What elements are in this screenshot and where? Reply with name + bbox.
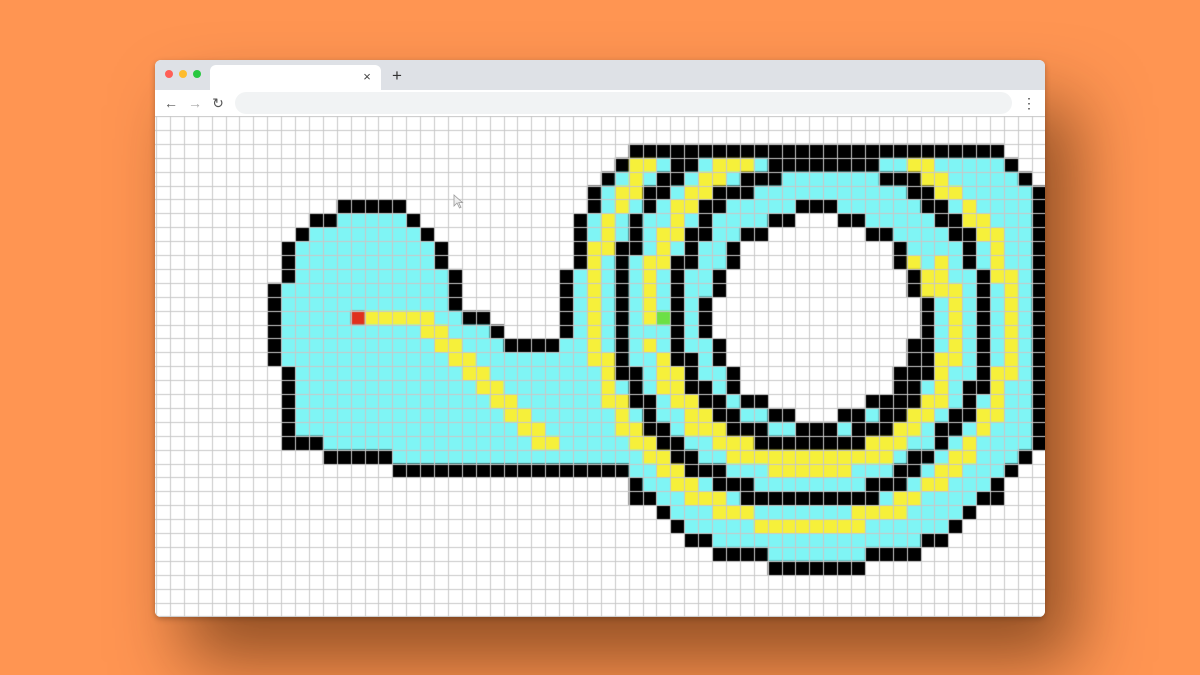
reload-icon[interactable]: ↻ xyxy=(208,93,228,113)
page-content xyxy=(155,116,1045,617)
close-icon[interactable]: × xyxy=(359,68,375,86)
address-bar[interactable] xyxy=(235,92,1012,114)
browser-toolbar: ← → ↻ ⋮ xyxy=(155,90,1045,116)
browser-window: × + ← → ↻ ⋮ xyxy=(155,60,1045,617)
menu-dots-icon[interactable]: ⋮ xyxy=(1021,93,1037,113)
mouse-pointer-icon xyxy=(453,194,464,209)
tab-bar: × + xyxy=(155,60,1045,90)
active-tab[interactable]: × xyxy=(210,65,381,90)
pixel-art-canvas[interactable] xyxy=(155,116,1045,617)
minimize-window-dot[interactable] xyxy=(179,70,187,78)
forward-arrow-icon[interactable]: → xyxy=(185,93,205,113)
zoom-window-dot[interactable] xyxy=(193,70,201,78)
plus-icon[interactable]: + xyxy=(387,66,407,86)
back-arrow-icon[interactable]: ← xyxy=(161,93,181,113)
close-window-dot[interactable] xyxy=(165,70,173,78)
